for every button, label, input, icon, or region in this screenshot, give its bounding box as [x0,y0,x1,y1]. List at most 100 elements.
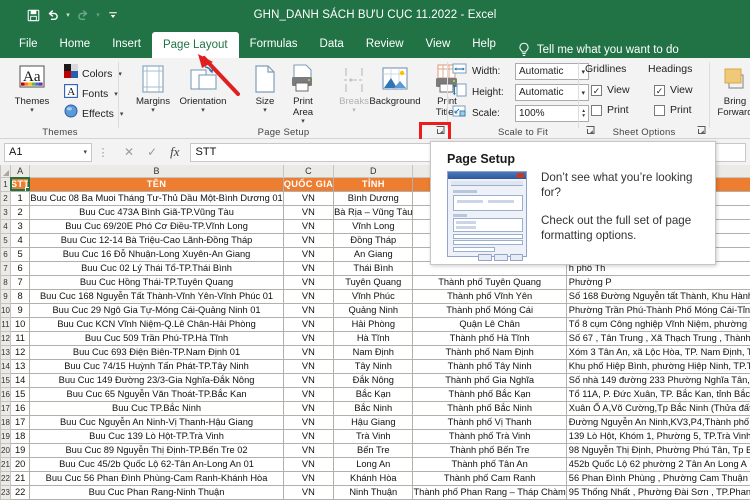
tab-review[interactable]: Review [355,30,415,58]
column-header-b[interactable]: B [30,165,283,177]
cell-tinh[interactable]: Ninh Thuận [334,485,413,499]
cell-ten[interactable]: Buu Cuc Nguyễn An Ninh-Vị Thanh-Hậu Gian… [30,415,283,429]
cell-thanh-pho[interactable]: Thành phố Bắc Ninh [413,401,566,415]
tab-formulas[interactable]: Formulas [239,30,309,58]
row-header[interactable]: 4 [1,219,11,233]
insert-function-icon[interactable]: fx [170,144,179,160]
cell-dia-chi[interactable]: Phường Trần Phú-Thành Phố Móng Cái-Tỉn [566,303,750,317]
tab-data[interactable]: Data [309,30,355,58]
chevron-down-icon[interactable]: ▾ [83,148,87,156]
cell-ten[interactable]: Buu Cuc KCN Vĩnh Niệm-Q.Lê Chân-Hải Phòn… [30,317,283,331]
cell-ten[interactable]: Buu Cuc 12-14 Bà Triệu-Cao Lãnh-Đồng Thá… [30,233,283,247]
cell-ten[interactable]: Buu Cuc TP.Bắc Ninh [30,401,283,415]
cell-ten[interactable]: Buu Cuc Phan Rang-Ninh Thuận [30,485,283,499]
cell-thanh-pho[interactable]: Thành phố Bến Tre [413,443,566,457]
cell-ten[interactable]: Buu Cuc 74/15 Huỳnh Tấn Phát-TP.Tây Ninh [30,359,283,373]
print-area-button[interactable]: Print Area ▾ [275,60,331,126]
cell-thanh-pho[interactable]: Thành phố Hà Tĩnh [413,331,566,345]
cell-stt[interactable]: 17 [10,415,29,429]
cell-quoc-gia[interactable]: VN [283,275,333,289]
row-header[interactable]: 16 [1,387,11,401]
cell-ten[interactable]: Buu Cuc 08 Ba Muoi Tháng Tư-Thủ Dầu Một-… [30,191,283,205]
cell-ten[interactable]: Buu Cuc 02 Lý Thái Tổ-TP.Thái Bình [30,261,283,275]
cell-tinh[interactable]: Đồng Tháp [334,233,413,247]
cell-tinh[interactable]: An Giang [334,247,413,261]
row-header[interactable]: 7 [1,261,11,275]
cell-tinh[interactable]: Bình Dương [334,191,413,205]
cell-stt[interactable]: 21 [10,471,29,485]
cell-thanh-pho[interactable]: Thành phố Vĩnh Yên [413,289,566,303]
column-header-d[interactable]: D [334,165,413,177]
tab-file[interactable]: File [8,30,49,58]
cell-ten[interactable]: Buu Cuc Hồng Thái-TP.Tuyên Quang [30,275,283,289]
checkbox-unchecked-icon[interactable] [654,105,665,116]
cell-tinh[interactable]: Thái Bình [334,261,413,275]
cell-dia-chi[interactable]: Khu phố Hiệp Bình, phường Hiệp Ninh, TP.… [566,359,750,373]
cell-ten[interactable]: Buu Cuc 693 Điện Biên-TP.Nam Định 01 [30,345,283,359]
cell-thanh-pho[interactable]: Thành phố Cam Ranh [413,471,566,485]
cell-thanh-pho[interactable]: Thành phố Trà Vinh [413,429,566,443]
row-header[interactable]: 19 [1,429,11,443]
orientation-dropdown-icon[interactable]: ▾ [201,107,205,115]
checkbox-checked-icon[interactable]: ✓ [591,85,602,96]
cell-thanh-pho[interactable]: Thành phố Nam Định [413,345,566,359]
cell-thanh-pho[interactable]: Thành phố Gia Nghĩa [413,373,566,387]
row-header[interactable]: 2 [1,191,11,205]
row-header[interactable]: 13 [1,345,11,359]
cell-tinh[interactable]: Hà Tĩnh [334,331,413,345]
column-header-a[interactable]: A [10,165,29,177]
row-header[interactable]: 15 [1,373,11,387]
cell-dia-chi[interactable]: Số 168 Đường Nguyễn tất Thành, Khu Hành [566,289,750,303]
row-header[interactable]: 3 [1,205,11,219]
row-header[interactable]: 8 [1,275,11,289]
cell-ten[interactable]: Buu Cuc 509 Trần Phú-TP.Hà Tĩnh [30,331,283,345]
cell-d1[interactable]: TỈNH [334,177,413,191]
cell-quoc-gia[interactable]: VN [283,247,333,261]
cell-stt[interactable]: 1 [10,191,29,205]
cell-ten[interactable]: Buu Cuc 16 Đỗ Nhuận-Long Xuyên-An Giang [30,247,283,261]
cell-dia-chi[interactable]: Tổ 11A, P. Đức Xuân, TP. Bắc Kan, tỉnh B… [566,387,750,401]
cell-stt[interactable]: 3 [10,219,29,233]
print-area-dropdown-icon[interactable]: ▾ [301,118,305,126]
cancel-icon[interactable]: ✕ [124,145,134,159]
cell-quoc-gia[interactable]: VN [283,415,333,429]
cell-dia-chi[interactable]: 98 Nguyễn Thị Định, Phường Phú Tân, Tp B [566,443,750,457]
cell-thanh-pho[interactable]: Thành phố Móng Cái [413,303,566,317]
colors-button[interactable]: Colors ▾ [64,64,122,83]
effects-button[interactable]: Effects ▾ [64,104,123,123]
cell-dia-chi[interactable]: 139 Lò Hột, Khóm 1, Phường 5, TP.Trà Vin… [566,429,750,443]
cell-tinh[interactable]: Vĩnh Phúc [334,289,413,303]
row-header[interactable]: 11 [1,317,11,331]
row-header[interactable]: 23 [1,485,11,499]
cell-tinh[interactable]: Bắc Kạn [334,387,413,401]
tell-me-box[interactable]: Tell me what you want to do [507,42,679,58]
cell-ten[interactable]: Buu Cuc 29 Ngô Gia Tự-Móng Cái-Quảng Nin… [30,303,283,317]
bring-forward-button[interactable]: Bring Forward [706,60,750,118]
margins-button[interactable]: Margins ▾ [125,60,181,115]
row-header[interactable]: 17 [1,401,11,415]
cell-tinh[interactable]: Bắc Ninh [334,401,413,415]
headings-view-checkbox[interactable]: ✓ View [654,84,693,96]
checkbox-checked-icon[interactable]: ✓ [654,85,665,96]
cell-quoc-gia[interactable]: VN [283,401,333,415]
cell-stt[interactable]: 6 [10,261,29,275]
cell-tinh[interactable]: Vĩnh Long [334,219,413,233]
cell-dia-chi[interactable]: Xuân Ổ A,Võ Cường,Tp Bắc Ninh (Thửa đất [566,401,750,415]
cell-quoc-gia[interactable]: VN [283,457,333,471]
cell-dia-chi[interactable]: 56 Phan Đình Phùng , Phường Cam Thuận [566,471,750,485]
cell-dia-chi[interactable]: Tổ 8 cụm Công nghiệp Vĩnh Niệm, phường V [566,317,750,331]
cell-dia-chi[interactable]: 95 Thống Nhất , Phường Đài Sơn , TP.Phan [566,485,750,499]
cell-quoc-gia[interactable]: VN [283,289,333,303]
cell-thanh-pho[interactable]: Quận Lê Chân [413,317,566,331]
fonts-button[interactable]: A Fonts ▾ [64,84,118,103]
cell-quoc-gia[interactable]: VN [283,219,333,233]
cell-tinh[interactable]: Quảng Ninh [334,303,413,317]
tab-view[interactable]: View [415,30,462,58]
cell-b1[interactable]: TÊN [30,177,283,191]
size-dropdown-icon[interactable]: ▾ [263,107,267,115]
cell-ten[interactable]: Buu Cuc 168 Nguyễn Tất Thành-Vĩnh Yên-Vĩ… [30,289,283,303]
cell-stt[interactable]: 8 [10,289,29,303]
cell-quoc-gia[interactable]: VN [283,485,333,499]
name-box[interactable]: A1 ▾ [4,143,92,162]
row-header[interactable]: 18 [1,415,11,429]
